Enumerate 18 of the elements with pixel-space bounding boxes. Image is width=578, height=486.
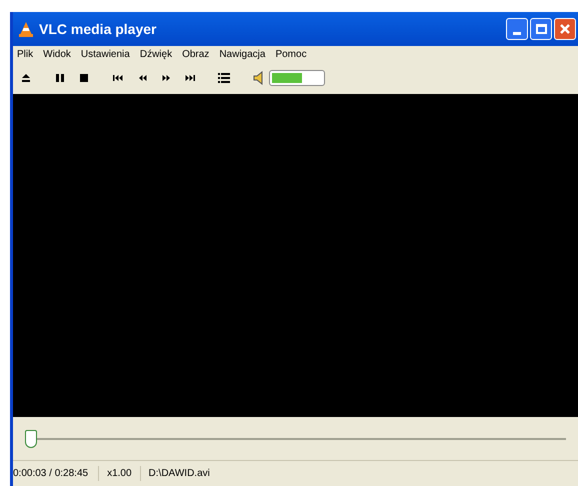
maximize-button[interactable] <box>530 18 552 40</box>
speaker-icon[interactable] <box>253 71 265 85</box>
menu-item[interactable]: Plik <box>17 46 34 62</box>
time-display: 0:00:03 / 0:28:45 <box>13 466 100 481</box>
menu-item[interactable]: Ustawienia <box>80 46 130 62</box>
menu-item[interactable]: Obraz <box>182 46 210 62</box>
menu-item[interactable]: Pomoc <box>275 46 307 62</box>
menu-item[interactable]: Dźwięk <box>140 46 172 62</box>
menu-item[interactable]: Nawigacja <box>219 46 266 62</box>
menu-item[interactable]: Widok <box>43 46 71 62</box>
volume-slider[interactable] <box>269 70 325 86</box>
window-title: VLC media player <box>39 20 156 39</box>
close-icon <box>559 23 571 35</box>
file-name: D:\DAWID.avi <box>148 467 211 481</box>
minimize-button[interactable] <box>506 18 528 40</box>
traffic-cone-icon <box>19 21 33 37</box>
speed-display: x1.00 <box>99 466 141 481</box>
close-button[interactable] <box>554 18 576 40</box>
